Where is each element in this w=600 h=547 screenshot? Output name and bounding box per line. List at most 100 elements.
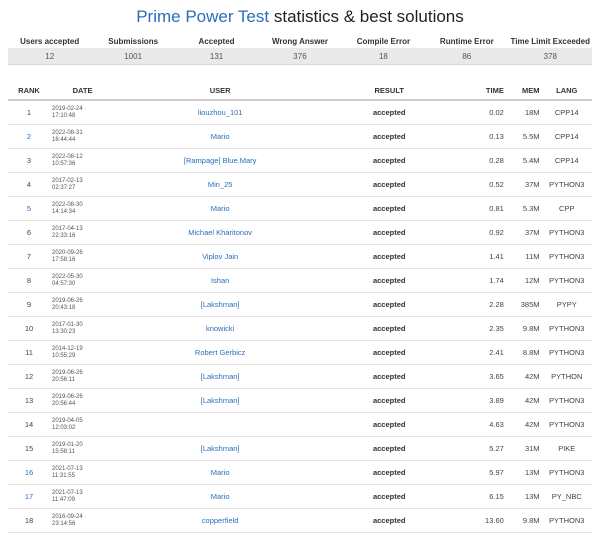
date-cell: 2017-02-13 02:37:27 bbox=[50, 172, 116, 197]
lang-cell: CPP14 bbox=[541, 148, 592, 173]
column-header-result: RESULT bbox=[325, 82, 454, 101]
mem-cell: 42M bbox=[505, 412, 542, 437]
submission-date: 2019-01-20 15:58:11 bbox=[52, 441, 83, 455]
result-cell: accepted bbox=[325, 292, 454, 317]
submission-date: 2019-06-26 20:56:44 bbox=[52, 393, 83, 407]
table-row: 8 2022-05-30 04:57:30 Ishan accepted 1.74 12M… bbox=[8, 268, 592, 293]
table-row: 2 2022-08-31 16:44:44 Mario accepted 0.13 5.5… bbox=[8, 124, 592, 149]
user-link[interactable]: copperfield bbox=[202, 516, 239, 525]
mem-cell: 8.8M bbox=[505, 340, 542, 365]
user-link[interactable]: [Lakshman] bbox=[201, 396, 240, 405]
date-cell: 2019-02-24 17:10:48 bbox=[50, 100, 116, 125]
table-row: 13 2019-06-26 20:56:44 [Lakshman] accepted 3… bbox=[8, 388, 592, 413]
stats-value-accepted: 131 bbox=[174, 48, 259, 65]
user-link[interactable]: liouzhou_101 bbox=[198, 108, 243, 117]
table-row: 12 2019-06-26 20:56:11 [Lakshman] accepted 3… bbox=[8, 364, 592, 389]
user-link[interactable]: Mario bbox=[211, 468, 230, 477]
mem-cell: 13M bbox=[505, 460, 542, 485]
date-cell: 2022-08-31 16:44:44 bbox=[50, 124, 116, 149]
user-cell: Robert Gerbicz bbox=[115, 340, 326, 365]
table-row: 17 2021-07-13 11:47:09 Mario accepted 6.15 13… bbox=[8, 484, 592, 509]
table-row: 15 2019-01-20 15:58:11 [Lakshman] accepted 5… bbox=[8, 436, 592, 461]
user-link[interactable]: [Lakshman] bbox=[201, 300, 240, 309]
rank-cell: 3 bbox=[8, 148, 50, 173]
problem-title-link[interactable]: Prime Power Test bbox=[136, 7, 269, 26]
mem-cell: 31M bbox=[505, 436, 542, 461]
lang-cell: PYTHON3 bbox=[541, 268, 592, 293]
rank-cell[interactable]: 16 bbox=[8, 460, 50, 485]
rank-cell: 12 bbox=[8, 364, 50, 389]
mem-cell: 42M bbox=[505, 364, 542, 389]
stats-value-submissions: 1001 bbox=[91, 48, 175, 65]
result-cell: accepted bbox=[325, 172, 454, 197]
rank-cell: 8 bbox=[8, 268, 50, 293]
rank-cell[interactable]: 2 bbox=[8, 124, 50, 149]
mem-cell: 37M bbox=[505, 172, 542, 197]
user-link[interactable]: Robert Gerbicz bbox=[195, 348, 245, 357]
user-link[interactable]: [Rampage] Blue.Mary bbox=[184, 156, 257, 165]
rank-cell: 9 bbox=[8, 292, 50, 317]
user-link[interactable]: Min_25 bbox=[208, 180, 233, 189]
lang-cell: PYTHON3 bbox=[541, 220, 592, 245]
rank-cell: 10 bbox=[8, 316, 50, 341]
time-cell: 0.81 bbox=[453, 196, 506, 221]
lang-cell: PIKE bbox=[541, 436, 592, 461]
result-cell: accepted bbox=[325, 340, 454, 365]
stats-header-submissions: Submissions bbox=[108, 36, 159, 46]
stats-header-time-limit-exceeded: Time Limit Exceeded bbox=[510, 36, 590, 46]
user-link[interactable]: [Lakshman] bbox=[201, 444, 240, 453]
time-cell: 0.92 bbox=[453, 220, 506, 245]
rank-cell[interactable]: 5 bbox=[8, 196, 50, 221]
date-cell: 2022-08-30 14:14:34 bbox=[50, 196, 116, 221]
submission-date: 2019-02-24 17:10:48 bbox=[52, 105, 83, 119]
time-cell: 2.35 bbox=[453, 316, 506, 341]
date-cell: 2020-09-26 17:58:16 bbox=[50, 244, 116, 269]
user-link[interactable]: Mario bbox=[211, 492, 230, 501]
lang-cell: PYTHON3 bbox=[541, 340, 592, 365]
result-cell: accepted bbox=[325, 100, 454, 125]
submission-date: 2021-07-13 11:31:55 bbox=[52, 465, 83, 479]
mem-cell: 9.8M bbox=[505, 316, 542, 341]
lang-cell: PY_NBC bbox=[541, 484, 592, 509]
table-row: 5 2022-08-30 14:14:34 Mario accepted 0.81 5.3… bbox=[8, 196, 592, 221]
user-link[interactable]: [Lakshman] bbox=[201, 372, 240, 381]
submission-date: 2016-09-24 23:14:56 bbox=[52, 513, 83, 527]
user-link[interactable]: Ishan bbox=[211, 276, 229, 285]
table-row: 6 2017-04-13 22:33:16 Michael Kharitonov ac… bbox=[8, 220, 592, 245]
result-cell: accepted bbox=[325, 196, 454, 221]
rank-cell: 1 bbox=[8, 100, 50, 125]
user-link[interactable]: Mario bbox=[211, 204, 230, 213]
stats-value-runtime-error: 86 bbox=[425, 48, 509, 65]
user-link[interactable]: Mario bbox=[211, 132, 230, 141]
result-cell: accepted bbox=[325, 436, 454, 461]
rank-cell[interactable]: 17 bbox=[8, 484, 50, 509]
time-cell: 13.60 bbox=[453, 508, 506, 533]
lang-cell: PYTHON3 bbox=[541, 388, 592, 413]
user-link[interactable]: Michael Kharitonov bbox=[188, 228, 252, 237]
page-title: Prime Power Test statistics & best solut… bbox=[0, 6, 600, 28]
lang-cell: CPP bbox=[541, 196, 592, 221]
lang-cell: PYTHON3 bbox=[541, 244, 592, 269]
user-link[interactable]: knowicki bbox=[206, 324, 234, 333]
submission-date: 2019-06-26 20:56:11 bbox=[52, 369, 83, 383]
submission-stats-table: Users accepted Submissions Accepted Wron… bbox=[8, 34, 592, 65]
time-cell: 1.74 bbox=[453, 268, 506, 293]
user-cell: Mario bbox=[115, 460, 326, 485]
user-link[interactable]: Viplov Jain bbox=[202, 252, 238, 261]
lang-cell: PYTHON3 bbox=[541, 412, 592, 437]
rank-cell: 18 bbox=[8, 508, 50, 533]
user-cell: liouzhou_101 bbox=[115, 100, 326, 125]
rank-cell: 13 bbox=[8, 388, 50, 413]
mem-cell: 5.3M bbox=[505, 196, 542, 221]
submission-date: 2022-05-30 04:57:30 bbox=[52, 273, 83, 287]
lang-cell: PYTHON3 bbox=[541, 316, 592, 341]
result-cell: accepted bbox=[325, 244, 454, 269]
column-header-mem: MEM bbox=[505, 82, 542, 101]
stats-value-compile-error: 18 bbox=[341, 48, 426, 65]
page-title-suffix: statistics & best solutions bbox=[269, 7, 464, 26]
result-cell: accepted bbox=[325, 220, 454, 245]
result-cell: accepted bbox=[325, 412, 454, 437]
date-cell: 2017-04-13 22:33:16 bbox=[50, 220, 116, 245]
rank-cell: 7 bbox=[8, 244, 50, 269]
time-cell: 2.41 bbox=[453, 340, 506, 365]
